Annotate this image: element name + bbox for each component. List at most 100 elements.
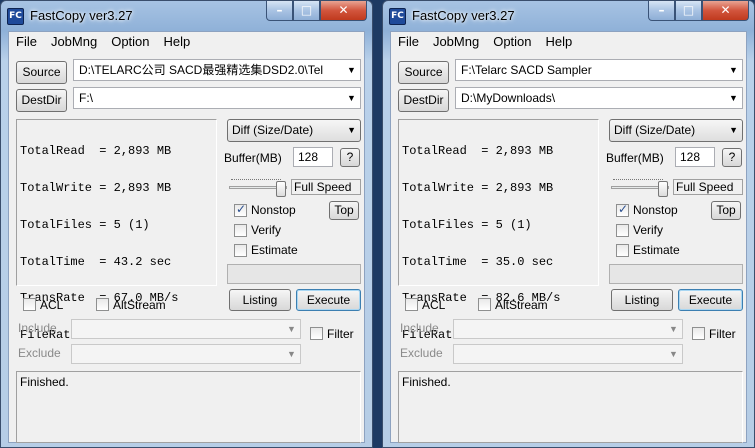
maximize-button[interactable]: □ <box>293 1 320 21</box>
include-combo[interactable]: ▼ <box>453 319 683 339</box>
altstream-checkbox[interactable] <box>96 298 109 311</box>
filter-label[interactable]: Filter <box>709 327 736 341</box>
minimize-button[interactable]: – <box>266 1 293 21</box>
status-panel: TotalRead = 2,893 MB TotalWrite = 2,893 … <box>16 119 217 341</box>
destdir-button[interactable]: DestDir <box>398 89 449 112</box>
speed-slider[interactable] <box>229 179 287 197</box>
slider-thumb[interactable] <box>276 181 286 197</box>
title-bar[interactable]: FC FastCopy ver3.27 – □ ✕ <box>383 1 754 31</box>
filter-checkbox[interactable] <box>692 327 705 340</box>
altstream-label[interactable]: AltStream <box>113 298 166 312</box>
include-label: Include <box>400 321 439 335</box>
acl-checkbox[interactable] <box>405 298 418 311</box>
chevron-down-icon[interactable]: ▼ <box>343 60 360 80</box>
help-button[interactable]: ? <box>340 148 360 167</box>
stat-total-read: TotalRead = 2,893 MB <box>402 144 554 159</box>
menu-file[interactable]: File <box>391 32 426 52</box>
source-button[interactable]: Source <box>16 61 67 84</box>
acl-checkbox[interactable] <box>23 298 36 311</box>
source-path-combo[interactable]: F:\Telarc SACD Sampler ▼ <box>455 59 743 81</box>
chevron-down-icon[interactable]: ▼ <box>665 320 682 338</box>
exclude-combo[interactable]: ▼ <box>71 344 301 364</box>
client-area: File JobMng Option Help Source F:\Telarc… <box>390 31 747 443</box>
minimize-button[interactable]: – <box>648 1 675 21</box>
chevron-down-icon[interactable]: ▼ <box>343 88 360 108</box>
menu-help[interactable]: Help <box>157 32 198 52</box>
copy-mode-value: Diff (Size/Date) <box>614 123 696 137</box>
window-title: FastCopy ver3.27 <box>30 8 133 23</box>
acl-label[interactable]: ACL <box>422 298 445 312</box>
verify-checkbox[interactable] <box>234 224 247 237</box>
help-button[interactable]: ? <box>722 148 742 167</box>
close-button[interactable]: ✕ <box>320 1 367 21</box>
stat-total-read: TotalRead = 2,893 MB <box>20 144 172 159</box>
menu-jobmng[interactable]: JobMng <box>426 32 486 52</box>
maximize-button[interactable]: □ <box>675 1 702 21</box>
speed-slider[interactable] <box>611 179 669 197</box>
execute-button[interactable]: Execute <box>678 289 743 311</box>
buffer-input[interactable]: 128 <box>675 147 715 167</box>
menu-option[interactable]: Option <box>104 32 156 52</box>
chevron-down-icon[interactable]: ▼ <box>283 320 300 338</box>
title-bar[interactable]: FC FastCopy ver3.27 – □ ✕ <box>1 1 372 31</box>
menu-jobmng[interactable]: JobMng <box>44 32 104 52</box>
listing-button[interactable]: Listing <box>229 289 291 311</box>
close-icon: ✕ <box>338 3 349 17</box>
fastcopy-app-icon[interactable]: FC <box>7 8 24 25</box>
minimize-icon: – <box>658 3 665 17</box>
status-panel: TotalRead = 2,893 MB TotalWrite = 2,893 … <box>398 119 599 341</box>
exclude-combo[interactable]: ▼ <box>453 344 683 364</box>
estimate-label[interactable]: Estimate <box>251 243 298 257</box>
chevron-down-icon: ▼ <box>729 125 738 135</box>
altstream-label[interactable]: AltStream <box>495 298 548 312</box>
verify-checkbox[interactable] <box>616 224 629 237</box>
nonstop-checkbox[interactable] <box>234 202 247 217</box>
nonstop-label[interactable]: Nonstop <box>251 203 296 217</box>
menu-option[interactable]: Option <box>486 32 538 52</box>
nonstop-checkbox[interactable] <box>616 202 629 217</box>
execute-button[interactable]: Execute <box>296 289 361 311</box>
source-button[interactable]: Source <box>398 61 449 84</box>
filter-label[interactable]: Filter <box>327 327 354 341</box>
chevron-down-icon[interactable]: ▼ <box>665 345 682 363</box>
estimate-checkbox[interactable] <box>616 244 629 257</box>
menu-file[interactable]: File <box>9 32 44 52</box>
chevron-down-icon[interactable]: ▼ <box>725 60 742 80</box>
destdir-path-value: F:\ <box>79 91 93 105</box>
verify-label[interactable]: Verify <box>251 223 281 237</box>
chevron-down-icon[interactable]: ▼ <box>283 345 300 363</box>
altstream-checkbox[interactable] <box>478 298 491 311</box>
destdir-path-combo[interactable]: F:\ ▼ <box>73 87 361 109</box>
menu-help[interactable]: Help <box>539 32 580 52</box>
copy-mode-dropdown[interactable]: Diff (Size/Date) ▼ <box>227 119 361 142</box>
stat-total-write: TotalWrite = 2,893 MB <box>20 181 172 196</box>
estimate-label[interactable]: Estimate <box>633 243 680 257</box>
filter-checkbox[interactable] <box>310 327 323 340</box>
chevron-down-icon[interactable]: ▼ <box>725 88 742 108</box>
acl-label[interactable]: ACL <box>40 298 63 312</box>
include-label: Include <box>18 321 57 335</box>
destdir-button[interactable]: DestDir <box>16 89 67 112</box>
top-button[interactable]: Top <box>329 201 359 220</box>
exclude-label: Exclude <box>400 346 443 360</box>
stat-total-write: TotalWrite = 2,893 MB <box>402 181 554 196</box>
estimate-checkbox[interactable] <box>234 244 247 257</box>
speed-label: Full Speed <box>673 179 743 195</box>
top-button[interactable]: Top <box>711 201 741 220</box>
fastcopy-window-left: FC FastCopy ver3.27 – □ ✕ File JobMng Op… <box>0 0 373 448</box>
slider-thumb[interactable] <box>658 181 668 197</box>
include-combo[interactable]: ▼ <box>71 319 301 339</box>
verify-label[interactable]: Verify <box>633 223 663 237</box>
buffer-input[interactable]: 128 <box>293 147 333 167</box>
source-path-value: F:\Telarc SACD Sampler <box>461 63 592 77</box>
destdir-path-combo[interactable]: D:\MyDownloads\ ▼ <box>455 87 743 109</box>
close-button[interactable]: ✕ <box>702 1 749 21</box>
source-path-combo[interactable]: D:\TELARC公司 SACD最强精选集DSD2.0\Tel ▼ <box>73 59 361 81</box>
copy-mode-dropdown[interactable]: Diff (Size/Date) ▼ <box>609 119 743 142</box>
nonstop-label[interactable]: Nonstop <box>633 203 678 217</box>
log-panel: Finished. <box>398 371 743 443</box>
fastcopy-app-icon[interactable]: FC <box>389 8 406 25</box>
listing-button[interactable]: Listing <box>611 289 673 311</box>
copy-mode-value: Diff (Size/Date) <box>232 123 314 137</box>
slider-ticks <box>613 179 663 182</box>
